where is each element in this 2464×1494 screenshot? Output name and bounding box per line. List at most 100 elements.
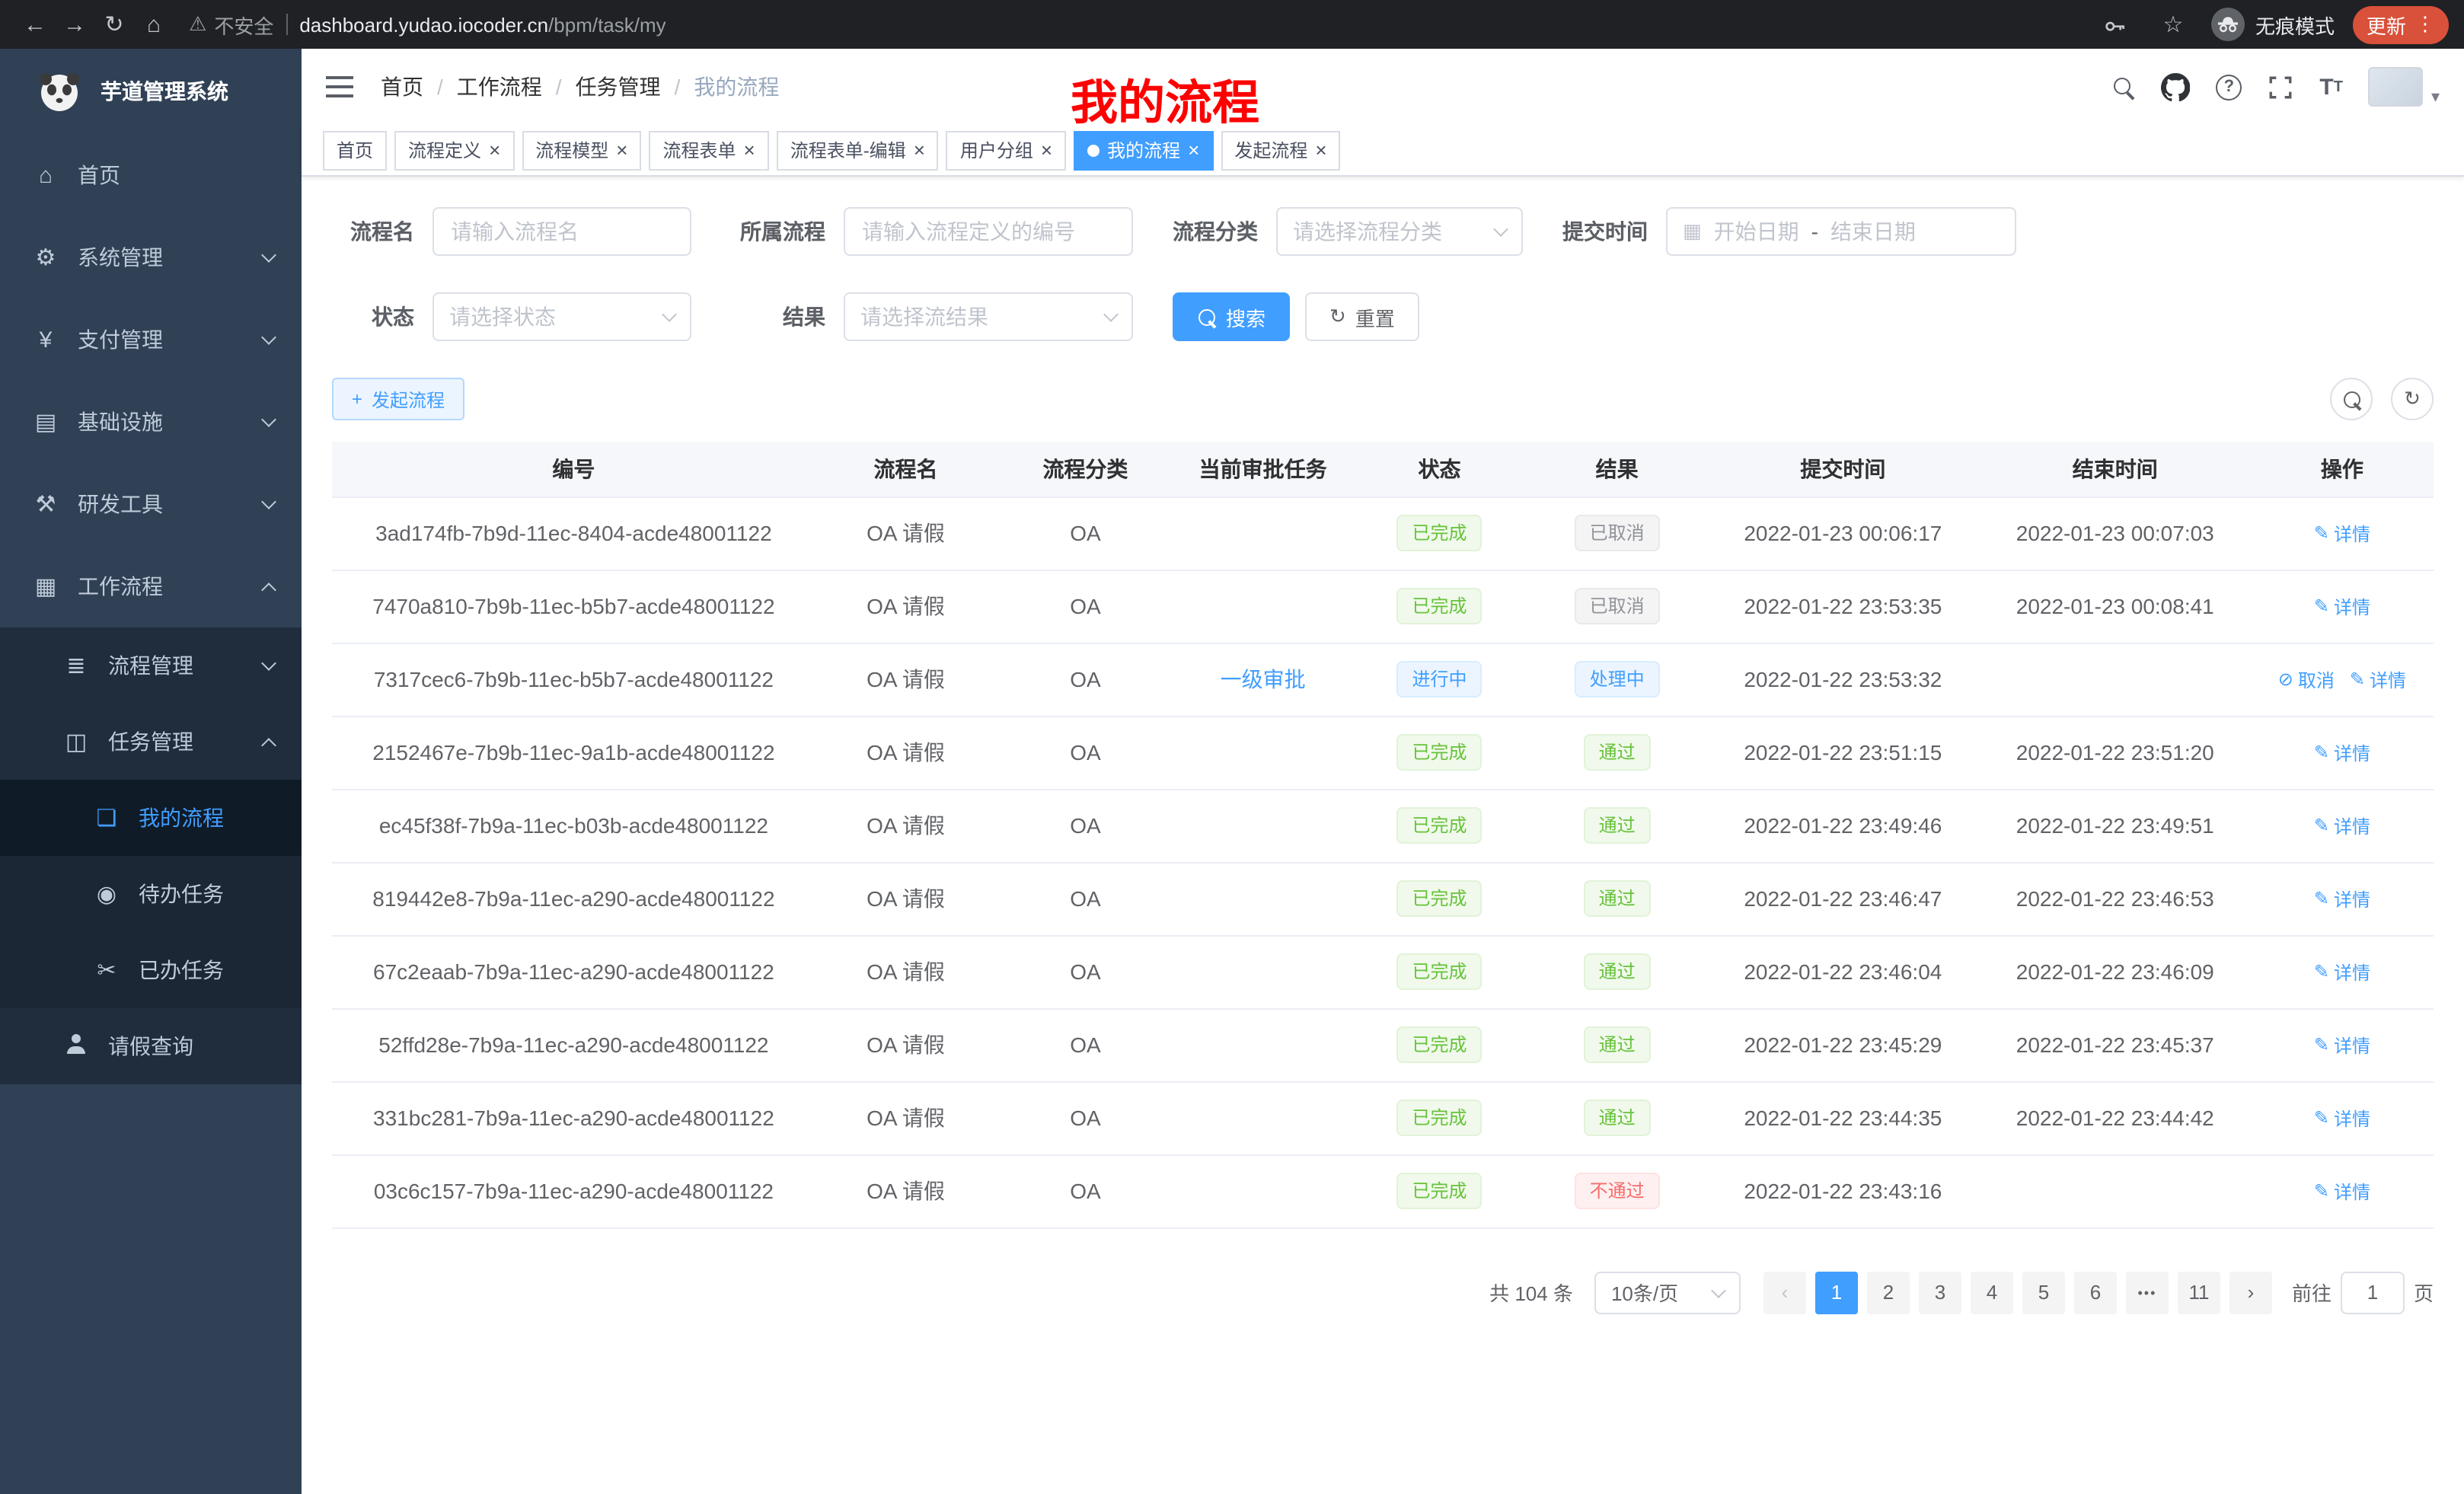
page-size-select[interactable]: 10条/页 xyxy=(1594,1271,1741,1314)
detail-link[interactable]: ✎详情 xyxy=(2314,1106,2370,1132)
process-table: 编号 流程名 流程分类 当前审批任务 状态 结果 提交时间 结束时间 操作 xyxy=(332,442,2434,1228)
detail-link[interactable]: ✎详情 xyxy=(2314,1179,2370,1205)
reload-button[interactable]: ↻ xyxy=(94,5,134,44)
url-divider xyxy=(286,14,287,35)
detail-link[interactable]: ✎详情 xyxy=(2350,667,2406,693)
tab-my-process[interactable]: 我的流程 × xyxy=(1074,130,1213,170)
result-select[interactable]: 请选择流结果 xyxy=(844,292,1133,341)
sidebar-item-system-management[interactable]: ⚙ 系统管理 xyxy=(0,216,302,298)
home-button[interactable]: ⌂ xyxy=(134,5,174,44)
page-button-3[interactable]: 3 xyxy=(1919,1271,1961,1314)
process-category-select[interactable]: 请选择流程分类 xyxy=(1276,207,1523,256)
process-definition-input[interactable] xyxy=(844,207,1133,256)
password-key-button[interactable] xyxy=(2095,5,2135,44)
address-bar[interactable]: ⚠ 不安全 dashboard.yudao.iocoder.cn/bpm/tas… xyxy=(189,10,2080,39)
bookmark-star-button[interactable]: ☆ xyxy=(2153,5,2193,44)
close-icon[interactable]: × xyxy=(489,140,500,160)
close-icon[interactable]: × xyxy=(1315,140,1326,160)
breadcrumb-task-management[interactable]: 任务管理 xyxy=(576,72,661,102)
detail-link[interactable]: ✎详情 xyxy=(2314,594,2370,620)
toggle-search-button[interactable] xyxy=(2330,378,2373,420)
col-header-result: 结果 xyxy=(1527,442,1706,496)
sidebar-item-process-management[interactable]: ≣ 流程管理 xyxy=(0,627,302,704)
sidebar-item-infrastructure[interactable]: ▤ 基础设施 xyxy=(0,381,302,463)
sidebar-item-leave-query[interactable]: 请假查询 xyxy=(0,1008,302,1084)
cancel-link[interactable]: ⊘取消 xyxy=(2278,667,2335,693)
incognito-icon xyxy=(2211,8,2245,41)
search-button[interactable]: 搜索 xyxy=(1173,292,1290,341)
github-icon-button[interactable] xyxy=(2161,72,2190,101)
kebab-menu-icon[interactable]: ⋮ xyxy=(2415,12,2435,37)
update-button[interactable]: 更新 ⋮ xyxy=(2353,5,2449,43)
detail-link[interactable]: ✎详情 xyxy=(2314,959,2370,985)
close-icon[interactable]: × xyxy=(744,140,755,160)
detail-link[interactable]: ✎详情 xyxy=(2314,1033,2370,1058)
tab-process-definition[interactable]: 流程定义 × xyxy=(394,130,514,170)
forward-button[interactable]: → xyxy=(55,5,94,44)
edit-icon: ✎ xyxy=(2314,816,2329,837)
refresh-table-button[interactable]: ↻ xyxy=(2391,378,2434,420)
submit-time-range[interactable]: ▦ 开始日期 - 结束日期 xyxy=(1666,207,2016,256)
search-icon-button[interactable] xyxy=(2112,75,2135,98)
status-badge: 进行中 xyxy=(1396,661,1482,698)
workflow-icon: ▦ xyxy=(30,573,61,600)
sidebar-item-payment-management[interactable]: ¥ 支付管理 xyxy=(0,298,302,381)
detail-link[interactable]: ✎详情 xyxy=(2314,886,2370,912)
breadcrumb-workflow[interactable]: 工作流程 xyxy=(457,72,542,102)
back-button[interactable]: ← xyxy=(15,5,55,44)
detail-link[interactable]: ✎详情 xyxy=(2314,813,2370,839)
task-branch-icon: ◫ xyxy=(61,728,91,755)
status-select[interactable]: 请选择状态 xyxy=(432,292,691,341)
next-page-button[interactable]: › xyxy=(2229,1271,2272,1314)
sidebar-item-home[interactable]: ⌂ 首页 xyxy=(0,134,302,216)
breadcrumb-home[interactable]: 首页 xyxy=(381,72,423,102)
sidebar-item-done-tasks[interactable]: ✂ 已办任务 xyxy=(0,932,302,1008)
fullscreen-icon-button[interactable] xyxy=(2268,74,2293,100)
status-badge: 已完成 xyxy=(1396,1100,1482,1136)
help-icon-button[interactable]: ? xyxy=(2216,74,2242,100)
tab-user-group[interactable]: 用户分组 × xyxy=(946,130,1066,170)
calendar-icon: ▦ xyxy=(1683,219,1702,244)
sidebar-item-dev-tools[interactable]: ⚒ 研发工具 xyxy=(0,463,302,545)
prev-page-button[interactable]: ‹ xyxy=(1763,1271,1806,1314)
security-chip[interactable]: ⚠ 不安全 xyxy=(189,10,273,39)
sidebar-item-my-process[interactable]: ❏ 我的流程 xyxy=(0,780,302,856)
close-icon[interactable]: × xyxy=(1188,140,1199,160)
close-icon[interactable]: × xyxy=(914,140,925,160)
close-icon[interactable]: × xyxy=(616,140,627,160)
table-row: 7470a810-7b9b-11ec-b5b7-acde48001122 OA … xyxy=(332,570,2434,643)
page-button-4[interactable]: 4 xyxy=(1971,1271,2013,1314)
font-size-icon-button[interactable]: TT xyxy=(2319,74,2343,100)
sidebar-item-todo-tasks[interactable]: ◉ 待办任务 xyxy=(0,856,302,932)
close-icon[interactable]: × xyxy=(1041,140,1052,160)
detail-link[interactable]: ✎详情 xyxy=(2314,521,2370,547)
sidebar-item-workflow[interactable]: ▦ 工作流程 xyxy=(0,545,302,627)
reset-button[interactable]: ↻ 重置 xyxy=(1305,292,1419,341)
filter-row-2: 状态 请选择状态 结果 请选择流结果 xyxy=(332,292,2434,341)
user-avatar[interactable]: ▾ xyxy=(2369,67,2440,107)
page-button-2[interactable]: 2 xyxy=(1867,1271,1910,1314)
process-name-input[interactable] xyxy=(432,207,691,256)
edit-icon: ✎ xyxy=(2314,1035,2329,1056)
tab-process-form-edit[interactable]: 流程表单-编辑 × xyxy=(777,130,939,170)
tab-start-process[interactable]: 发起流程 × xyxy=(1221,130,1340,170)
current-task-link[interactable]: 一级审批 xyxy=(1221,667,1306,691)
hamburger-button[interactable] xyxy=(326,76,353,97)
page-button-6[interactable]: 6 xyxy=(2074,1271,2117,1314)
page-button-11[interactable]: 11 xyxy=(2178,1271,2220,1314)
page-button-5[interactable]: 5 xyxy=(2022,1271,2065,1314)
create-process-button[interactable]: + 发起流程 xyxy=(332,378,464,420)
workflow-submenu: ≣ 流程管理 ◫ 任务管理 ❏ 我的流程 ◉ 待办任务 xyxy=(0,627,302,1084)
active-dot xyxy=(1087,144,1100,156)
tab-process-model[interactable]: 流程模型 × xyxy=(522,130,641,170)
page-button-1[interactable]: 1 xyxy=(1815,1271,1858,1314)
tab-home[interactable]: 首页 xyxy=(323,130,387,170)
result-badge: 通过 xyxy=(1584,1100,1651,1136)
app-logo[interactable]: 芋道管理系统 xyxy=(0,49,302,134)
sidebar-item-task-management[interactable]: ◫ 任务管理 xyxy=(0,704,302,780)
goto-page-input[interactable] xyxy=(2341,1271,2405,1314)
table-row: 3ad174fb-7b9d-11ec-8404-acde48001122 OA … xyxy=(332,496,2434,570)
more-pages-button[interactable]: ••• xyxy=(2126,1271,2169,1314)
tab-process-form[interactable]: 流程表单 × xyxy=(649,130,768,170)
detail-link[interactable]: ✎详情 xyxy=(2314,740,2370,766)
